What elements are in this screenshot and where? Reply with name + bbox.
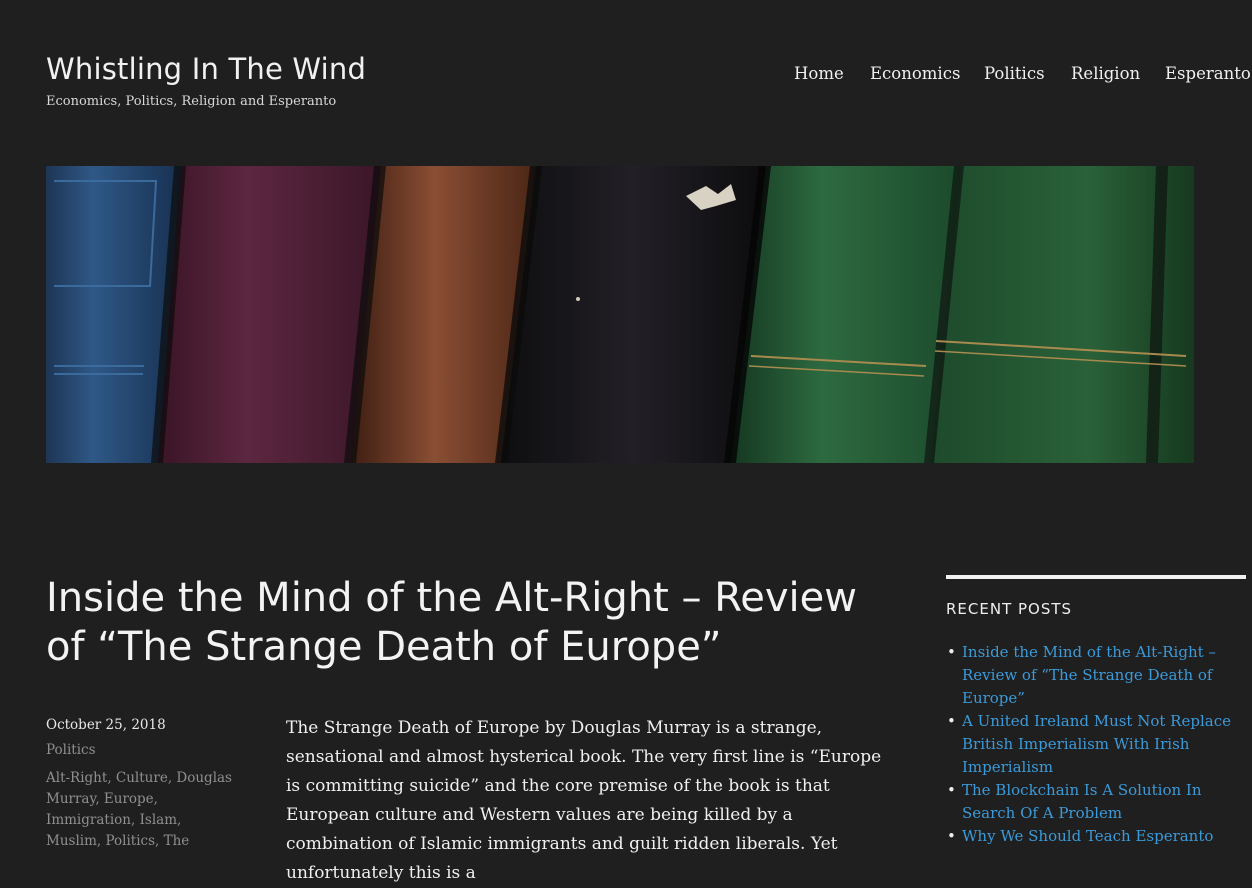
book-spines-illustration [46, 166, 1194, 463]
post-category[interactable]: Politics [46, 742, 236, 758]
nav-politics[interactable]: Politics [984, 64, 1045, 83]
tag-link[interactable]: Immigration [46, 812, 131, 828]
recent-posts-list: Inside the Mind of the Alt-Right – Revie… [946, 641, 1246, 848]
nav-economics[interactable]: Economics [870, 64, 960, 83]
nav-esperanto[interactable]: Esperanto [1165, 64, 1251, 83]
tag-link[interactable]: Politics [105, 833, 155, 849]
post-title[interactable]: Inside the Mind of the Alt-Right – Revie… [46, 574, 906, 672]
tag-link[interactable]: Culture [116, 770, 168, 786]
recent-post-link[interactable]: A United Ireland Must Not Replace Britis… [962, 712, 1231, 776]
tag-separator: , [155, 833, 164, 849]
recent-post-link[interactable]: Inside the Mind of the Alt-Right – Revie… [962, 643, 1216, 707]
widget-divider [946, 575, 1246, 579]
recent-post-link[interactable]: The Blockchain Is A Solution In Search O… [962, 781, 1202, 822]
tag-link[interactable]: The [164, 833, 190, 849]
tag-separator: , [107, 770, 116, 786]
tag-link[interactable]: Muslim [46, 833, 97, 849]
recent-post-item: The Blockchain Is A Solution In Search O… [946, 779, 1246, 825]
entry-meta: October 25, 2018 Politics Alt-Right, Cul… [46, 717, 236, 852]
tag-separator: , [130, 812, 140, 828]
main-navigation: Home Economics Politics Religion Esperan… [0, 64, 1252, 88]
post-excerpt: The Strange Death of Europe by Douglas M… [286, 718, 882, 883]
post-date[interactable]: October 25, 2018 [46, 717, 236, 733]
recent-post-item: Inside the Mind of the Alt-Right – Revie… [946, 641, 1246, 710]
tag-separator: , [153, 791, 158, 807]
widget-title: RECENT POSTS [946, 600, 1073, 618]
tag-link[interactable]: Europe [104, 791, 154, 807]
tag-link[interactable]: Alt-Right [46, 770, 107, 786]
tag-link[interactable]: Islam [140, 812, 177, 828]
recent-post-link[interactable]: Why We Should Teach Esperanto [962, 827, 1213, 845]
post-tags: Alt-Right, Culture, Douglas Murray, Euro… [46, 768, 236, 852]
tag-separator: , [95, 791, 104, 807]
recent-post-item: Why We Should Teach Esperanto [946, 825, 1246, 848]
nav-home[interactable]: Home [794, 64, 844, 83]
site-tagline: Economics, Politics, Religion and Espera… [46, 94, 337, 109]
recent-post-item: A United Ireland Must Not Replace Britis… [946, 710, 1246, 779]
header-image[interactable] [46, 166, 1194, 463]
nav-religion[interactable]: Religion [1071, 64, 1140, 83]
tag-separator: , [177, 812, 182, 828]
